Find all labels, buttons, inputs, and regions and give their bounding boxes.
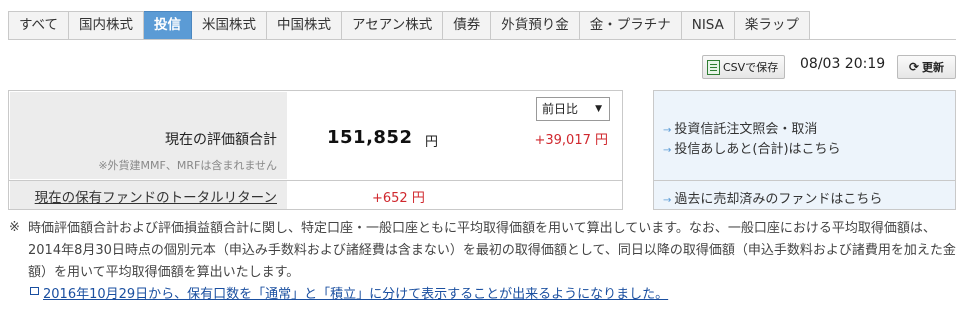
spreadsheet-icon (707, 59, 720, 75)
order-inquiry-link[interactable]: → 投資信託注文照会・取消 (663, 118, 817, 137)
tab-investment-trusts[interactable]: 投信 (144, 11, 193, 40)
accumulation-display-label: 2016年10月29日から、保有口数を「通常」と「積立」に分けて表示することが出… (43, 287, 669, 302)
note-mark: ※ (9, 220, 20, 235)
valuation-label: 現在の評価額合計 (165, 132, 277, 148)
csv-save-button[interactable]: CSVで保存 (702, 55, 786, 79)
valuation-disclaimer: 時価評価額合計および評価損益額合計に関し、特定口座・一般口座ともに平均取得価額を… (28, 221, 956, 280)
related-links-panel: → 投資信託注文照会・取消 → 投信あしあと(合計)はこちら → 過去に売却済みのファ… (653, 90, 956, 210)
fund-history-label: 投信あしあと(合計)はこちら (674, 142, 841, 157)
tab-foreign-deposits[interactable]: 外貨預り金 (491, 11, 580, 40)
sold-funds-link[interactable]: → 過去に売却済みのファンドはこちら (663, 188, 882, 207)
refresh-label: 更新 (922, 61, 945, 74)
sold-funds-label: 過去に売却済みのファンドはこちら (674, 192, 883, 207)
links-divider (654, 180, 955, 181)
valuation-label-cell: 現在の評価額合計 ※外貨建MMF、MRFは含まれません (10, 92, 287, 179)
tab-domestic-stocks[interactable]: 国内株式 (69, 11, 145, 40)
valuation-unit: 円 (425, 135, 439, 150)
total-return-label-cell: 現在の保有ファンドのトータルリターン (10, 181, 287, 209)
total-return-link[interactable]: 現在の保有ファンドのトータルリターン (35, 186, 277, 206)
tab-bonds[interactable]: 債券 (443, 11, 492, 40)
arrow-icon: → (663, 125, 672, 136)
csv-save-label: CSVで保存 (723, 61, 779, 74)
tab-asean-stocks[interactable]: アセアン株式 (342, 11, 444, 40)
compare-period-value: 前日比 (542, 102, 579, 116)
tab-divider (8, 39, 956, 40)
tab-china-stocks[interactable]: 中国株式 (267, 11, 343, 40)
tab-gold-platinum[interactable]: 金・プラチナ (579, 11, 682, 40)
update-timestamp: 08/03 20:19 (800, 56, 886, 72)
valuation-amount: 151,852 (327, 127, 413, 148)
order-inquiry-label: 投資信託注文照会・取消 (674, 122, 818, 137)
external-window-icon (30, 286, 39, 295)
accumulation-display-link[interactable]: 2016年10月29日から、保有口数を「通常」と「積立」に分けて表示することが出… (30, 283, 668, 302)
total-return-value: +652 円 (372, 191, 425, 206)
tab-rakuwrap[interactable]: 楽ラップ (734, 11, 810, 40)
dropdown-arrow-icon: ▼ (595, 104, 602, 114)
refresh-button[interactable]: ⟳ 更新 (897, 55, 956, 79)
tab-all[interactable]: すべて (8, 11, 70, 40)
refresh-icon: ⟳ (908, 60, 920, 74)
asset-tabs: すべて 国内株式 投信 米国株式 中国株式 アセアン株式 債券 外貨預り金 金・… (8, 11, 810, 40)
fund-history-link[interactable]: → 投信あしあと(合計)はこちら (663, 138, 841, 157)
compare-period-select[interactable]: 前日比 ▼ (536, 97, 610, 121)
tab-nisa[interactable]: NISA (681, 11, 735, 40)
tab-us-stocks[interactable]: 米国株式 (192, 11, 268, 40)
valuation-note: ※外貨建MMF、MRFは含まれません (98, 159, 277, 172)
arrow-icon: → (663, 145, 672, 156)
arrow-icon: → (663, 195, 672, 206)
valuation-summary: 現在の評価額合計 ※外貨建MMF、MRFは含まれません 151,852 円 前日… (8, 90, 623, 210)
day-change: +39,017 円 (534, 133, 608, 148)
